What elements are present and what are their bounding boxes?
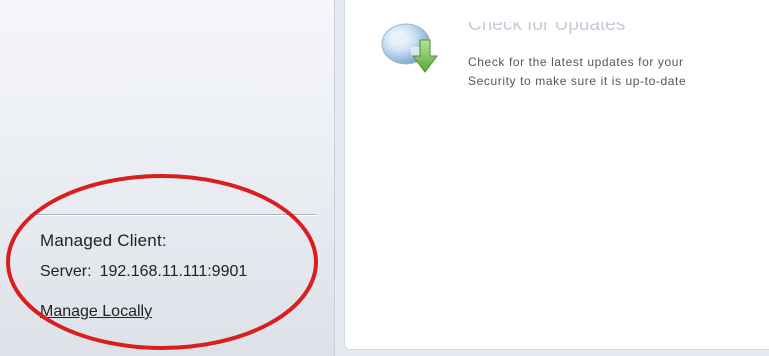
managed-client-label: Managed Client: <box>40 231 167 250</box>
update-globe-arrow-icon[interactable] <box>380 22 444 80</box>
update-task-description: Check for the latest updates for your Se… <box>468 53 769 91</box>
update-description-line-1: Check for the latest updates for your <box>468 55 684 69</box>
update-description-line-2: Security to make sure it is up-to-date <box>468 74 687 88</box>
sidebar: Managed Client: Server: 192.168.11.111:99… <box>0 0 335 356</box>
server-label: Server: <box>40 263 92 280</box>
manage-locally-link[interactable]: Manage Locally <box>40 303 152 321</box>
server-address: 192.168.11.111:9901 <box>99 263 248 280</box>
server-info: Server: 192.168.11.111:9901 <box>40 263 247 281</box>
sidebar-divider <box>30 214 316 216</box>
